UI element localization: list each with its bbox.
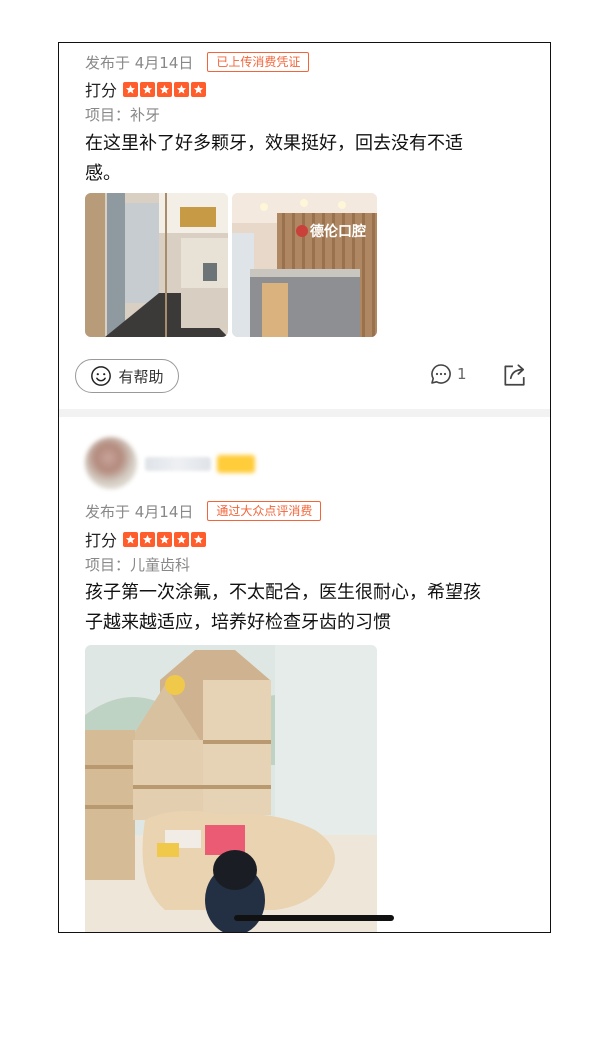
home-indicator [234, 915, 394, 921]
star-icon [191, 531, 207, 547]
verified-badge: 已上传消费凭证 [207, 52, 310, 72]
review-card: 发布于 4月14日 已上传消费凭证 打分 项目：补牙 在这里补了好多颗牙，效果挺… [59, 43, 550, 415]
share-icon[interactable] [501, 362, 527, 388]
star-icon [157, 81, 173, 97]
smile-icon [91, 366, 112, 386]
score-row: 打分 [85, 528, 207, 550]
star-icon [174, 531, 190, 547]
review-text-line: 子越来越适应，培养好检查牙齿的习惯 [85, 612, 391, 633]
comment-icon [431, 364, 451, 384]
helpful-label: 有帮助 [118, 367, 164, 386]
review-text-line: 孩子第一次涂氟，不太配合，医生很耐心，希望孩 [85, 582, 481, 603]
review-meta: 发布于 4月14日 已上传消费凭证 [85, 51, 310, 73]
project-label: 项目：儿童齿科 [85, 556, 191, 574]
review-text: 孩子第一次涂氟，不太配合，医生很耐心，希望孩 子越来越适应，培养好检查牙齿的习惯 [85, 578, 505, 638]
project-label: 项目：补牙 [85, 106, 161, 124]
star-rating [123, 81, 207, 97]
star-icon [123, 81, 139, 97]
star-icon [157, 531, 173, 547]
star-icon [191, 81, 207, 97]
user-level-badge [217, 455, 255, 473]
review-text: 在这里补了好多颗牙，效果挺好，回去没有不适 感。 [85, 129, 505, 189]
score-label: 打分 [85, 81, 118, 100]
star-rating [123, 531, 207, 547]
review-date: 发布于 4月14日 [85, 502, 194, 521]
user-name[interactable] [145, 457, 211, 471]
star-icon [174, 81, 190, 97]
star-icon [140, 81, 156, 97]
comment-count: 1 [457, 365, 467, 383]
clinic-sign-text: 德伦口腔 [310, 223, 366, 240]
clinic-hallway-photo[interactable] [85, 193, 228, 337]
clinic-reception-photo[interactable]: 德伦口腔 [232, 193, 377, 337]
kids-play-area-photo[interactable] [85, 645, 377, 932]
star-icon [123, 531, 139, 547]
score-label: 打分 [85, 531, 118, 550]
verified-badge: 通过大众点评消费 [207, 501, 322, 521]
review-text-line: 感。 [85, 163, 121, 184]
review-date: 发布于 4月14日 [85, 53, 194, 72]
review-meta: 发布于 4月14日 通过大众点评消费 [85, 500, 322, 522]
star-icon [140, 531, 156, 547]
review-feed: 发布于 4月14日 已上传消费凭证 打分 项目：补牙 在这里补了好多颗牙，效果挺… [58, 42, 551, 933]
avatar[interactable] [85, 437, 137, 489]
review-text-line: 在这里补了好多颗牙，效果挺好，回去没有不适 [85, 133, 463, 154]
helpful-button[interactable]: 有帮助 [75, 359, 179, 393]
score-row: 打分 [85, 78, 207, 100]
comment-button[interactable]: 1 [429, 362, 467, 386]
review-card: 发布于 4月14日 通过大众点评消费 打分 项目：儿童齿科 孩子第一次涂氟，不太… [59, 417, 550, 932]
section-divider [59, 409, 550, 417]
